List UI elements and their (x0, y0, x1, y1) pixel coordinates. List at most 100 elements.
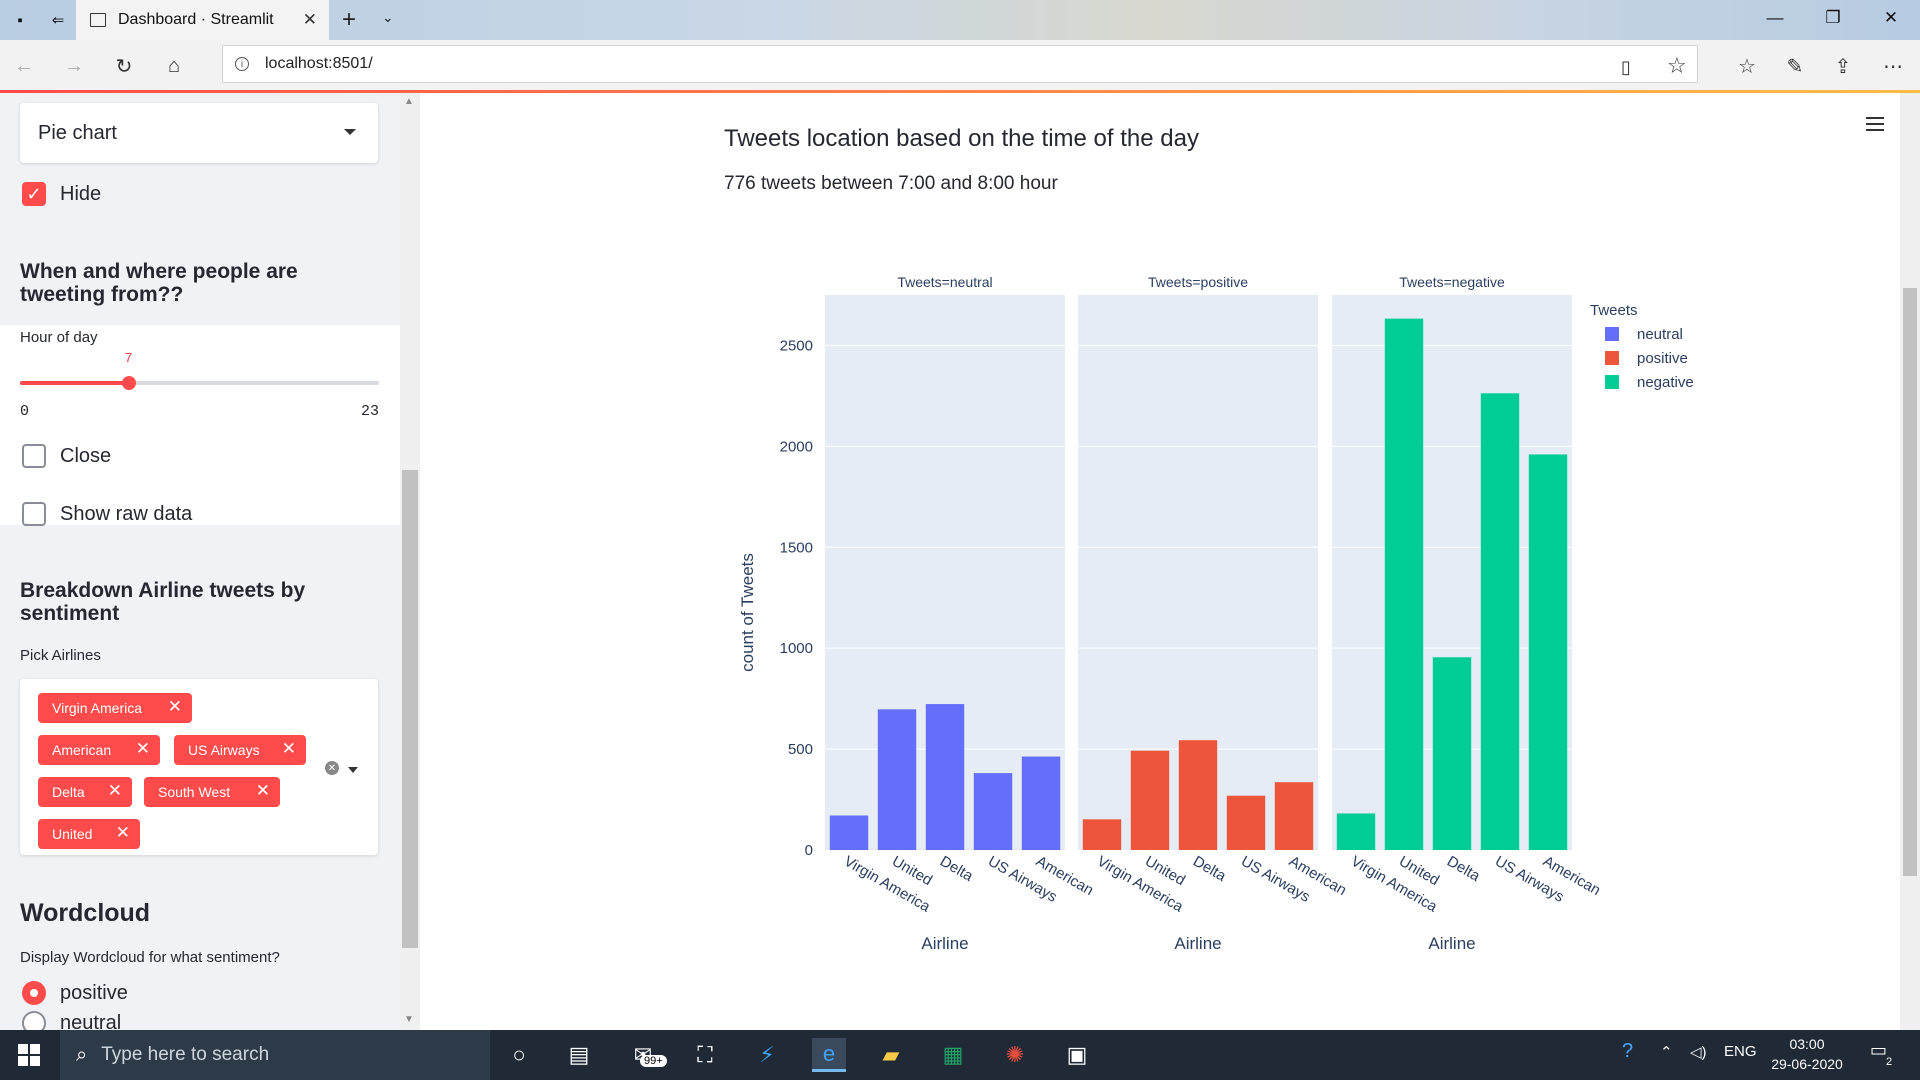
app-icon[interactable]: ✺ (998, 1038, 1032, 1072)
slider-panel (0, 325, 400, 525)
hide-checkbox[interactable]: ✓ Hide (22, 182, 101, 206)
airline-chip[interactable]: American ✕ (38, 735, 160, 765)
task-view-icon[interactable]: ▤ (562, 1038, 596, 1072)
chart-type-select-value: Pie chart (38, 121, 117, 144)
main-scrollbar-thumb[interactable] (1903, 288, 1917, 876)
radio-positive[interactable]: positive (22, 981, 128, 1005)
radio-neutral[interactable]: neutral (22, 1011, 121, 1030)
menu-icon[interactable] (1866, 117, 1884, 135)
slider-min: 0 (20, 403, 30, 420)
radio-dot[interactable] (22, 1011, 46, 1030)
airline-chip[interactable]: US Airways ✕ (174, 735, 306, 765)
volume-icon[interactable]: ◁) (1690, 1043, 1707, 1061)
page-icon (90, 13, 106, 27)
close-icon[interactable]: ✕ (108, 781, 122, 801)
close-window-icon[interactable]: ✕ (1876, 8, 1906, 28)
bar (877, 709, 917, 850)
close-checkbox[interactable]: Close (22, 444, 111, 468)
file-explorer-icon[interactable]: ▰ (874, 1038, 908, 1072)
airline-chip[interactable]: Virgin America ✕ (38, 693, 192, 723)
y-axis-label: count of Tweets (738, 553, 757, 672)
y-tick-label: 2000 (780, 438, 813, 455)
airline-chip[interactable]: South West ✕ (144, 777, 280, 807)
new-tab-icon[interactable]: + (342, 6, 356, 34)
y-tick-label: 500 (788, 741, 813, 758)
reading-view-icon[interactable]: ▯ (1621, 57, 1631, 78)
clock-date: 29-06-2020 (1771, 1056, 1843, 1072)
scroll-up-icon[interactable]: ▲ (404, 96, 414, 107)
radio-dot[interactable] (22, 981, 46, 1005)
pen-icon[interactable]: ✎ (1781, 52, 1809, 80)
airline-multiselect[interactable]: Virgin America ✕ American ✕ US Airways ✕ De… (20, 679, 378, 855)
slider-value: 7 (124, 351, 133, 367)
checkbox-box[interactable] (22, 502, 46, 526)
x-axis-label: Airline (1174, 934, 1221, 953)
checkbox-box[interactable] (22, 444, 46, 468)
bar (1384, 318, 1424, 850)
cortana-icon[interactable]: ○ (502, 1038, 536, 1072)
check-icon[interactable]: ✓ (22, 182, 46, 206)
scroll-down-icon[interactable]: ▼ (404, 1014, 414, 1025)
tab-title: Dashboard · Streamlit (118, 11, 274, 28)
airline-chip[interactable]: Delta ✕ (38, 777, 132, 807)
clear-all-icon[interactable]: ✕ (325, 761, 339, 775)
restore-icon[interactable]: ❐ (1818, 8, 1848, 28)
language-indicator[interactable]: ENG (1724, 1043, 1757, 1060)
chevron-up-icon[interactable]: ⌃ (1660, 1043, 1673, 1061)
close-tab-icon[interactable]: ✕ (303, 10, 317, 30)
bar (1226, 795, 1266, 850)
set-aside-tabs-icon[interactable]: ⇐ (46, 8, 70, 32)
chevron-down-icon[interactable]: ⌄ (382, 9, 394, 26)
airline-chip[interactable]: United ✕ (38, 819, 140, 849)
excel-icon[interactable]: ▦ (936, 1038, 970, 1072)
refresh-icon[interactable]: ↻ (110, 52, 138, 80)
bar (973, 773, 1013, 850)
browser-nav-bar: ← → ↻ ⌂ i localhost:8501/ ▯ ☆ ☆ ✎ ⇪ ⋯ (0, 40, 1920, 90)
bar (1021, 756, 1061, 850)
info-icon[interactable]: i (235, 57, 249, 71)
x-tick-label: Delta (1190, 853, 1229, 886)
chevron-down-icon[interactable] (348, 767, 358, 773)
visual-studio-icon[interactable]: ⚡ (750, 1038, 784, 1072)
store-icon[interactable]: ⛶ (688, 1038, 722, 1072)
sidebar-scrollbar-thumb[interactable] (402, 470, 418, 948)
chip-label: US Airways (188, 742, 260, 758)
mail-badge: 99+ (640, 1055, 667, 1067)
back-icon[interactable]: ← (10, 52, 38, 80)
facet-title: Tweets=positive (1148, 274, 1248, 290)
close-icon[interactable]: ✕ (168, 697, 182, 717)
close-icon[interactable]: ✕ (136, 739, 150, 759)
clock[interactable]: 03:00 29-06-2020 (1762, 1034, 1852, 1074)
more-icon[interactable]: ⋯ (1879, 52, 1907, 80)
help-icon[interactable]: ? (1622, 1040, 1633, 1063)
share-icon[interactable]: ⇪ (1829, 52, 1857, 80)
notification-icon[interactable]: ▭ (1870, 1040, 1887, 1061)
pick-airlines-label: Pick Airlines (20, 647, 101, 664)
address-bar[interactable]: i localhost:8501/ ▯ ☆ (222, 45, 1698, 83)
close-icon[interactable]: ✕ (256, 781, 270, 801)
favorites-list-icon[interactable]: ☆ (1733, 52, 1761, 80)
minimize-icon[interactable]: — (1760, 8, 1790, 28)
faceted-bar-chart: Tweets=neutralVirgin AmericaUnited Delta U… (738, 274, 1694, 953)
clock-time: 03:00 (1789, 1036, 1825, 1052)
tab-actions-icon[interactable]: ▪ (8, 8, 32, 32)
favorite-star-icon[interactable]: ☆ (1667, 53, 1687, 79)
chart-type-select[interactable]: Pie chart (20, 103, 378, 163)
forward-icon[interactable]: → (60, 52, 88, 80)
bar (1336, 813, 1376, 850)
legend-item: negative (1637, 374, 1694, 391)
edge-browser-icon[interactable]: e (812, 1038, 846, 1072)
browser-tab[interactable]: Dashboard · Streamlit ✕ (76, 0, 329, 40)
windows-start-icon[interactable] (18, 1044, 40, 1066)
slider-fill (20, 381, 130, 385)
bar (1480, 393, 1520, 850)
close-icon[interactable]: ✕ (282, 739, 296, 759)
bar (925, 704, 965, 850)
show-raw-data-checkbox[interactable]: Show raw data (22, 502, 192, 526)
close-icon[interactable]: ✕ (116, 823, 130, 843)
taskbar-search[interactable]: ⌕ Type here to search (60, 1030, 490, 1080)
home-icon[interactable]: ⌂ (160, 52, 188, 80)
terminal-icon[interactable]: ▣ (1060, 1038, 1094, 1072)
legend-swatch (1605, 327, 1619, 341)
show-raw-data-label: Show raw data (60, 502, 193, 525)
